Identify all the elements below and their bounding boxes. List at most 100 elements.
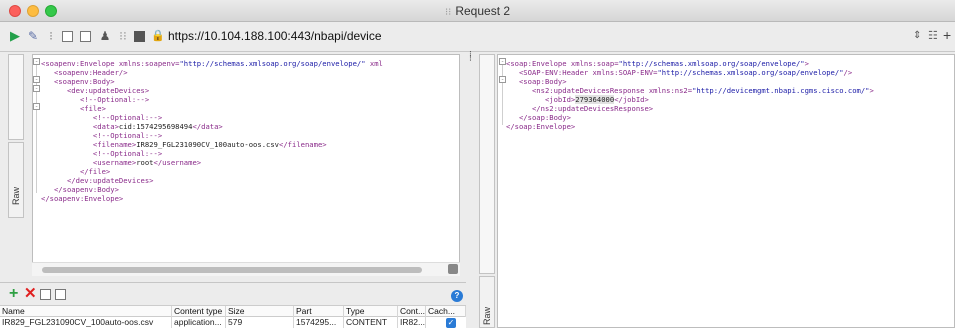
fold-toggle-icon[interactable]: - (33, 76, 40, 83)
frame-icon[interactable] (80, 31, 91, 42)
code-line: <soapenv:Header/> (41, 68, 383, 77)
horizontal-scrollbar[interactable] (32, 262, 460, 276)
code-line: <SOAP-ENV:Header xmlns:SOAP-ENV="http://… (506, 68, 874, 77)
endpoint-url[interactable]: https://10.104.188.100:443/nbapi/device (168, 29, 382, 43)
code-line: </soapenv:Envelope> (41, 194, 383, 203)
export-icon[interactable] (55, 289, 66, 300)
code-token: <!--Optional:--> (41, 149, 163, 158)
code-token: <soapenv:Envelope (41, 59, 119, 68)
response-xml[interactable]: <soap:Envelope xmlns:soap="http://schema… (506, 59, 874, 131)
user-icon[interactable]: ♟ (98, 29, 112, 43)
fold-toggle-icon[interactable]: - (499, 58, 506, 65)
code-token: <file> (41, 104, 106, 113)
code-token: <soapenv:Header/> (41, 68, 128, 77)
tab-left-xml[interactable] (8, 54, 24, 140)
code-token: cid:1574295698494 (118, 122, 193, 131)
cell-cont: IR82... (400, 317, 426, 328)
tree-icon[interactable]: ⁝ (44, 29, 58, 43)
table-row[interactable]: IR829_FGL231090CV_100auto-oos.csv applic… (0, 317, 466, 328)
stop-icon[interactable] (134, 31, 145, 42)
grid-icon[interactable]: ⁝⁝ (116, 29, 130, 43)
code-token: xml (365, 59, 383, 68)
document-icon: ⁝⁝ (444, 7, 452, 18)
fold-toggle-icon[interactable]: - (33, 85, 40, 92)
fold-toggle-icon[interactable]: - (499, 76, 506, 83)
code-token: "http://schemas.xmlsoap.org/soap/envelop… (179, 59, 366, 68)
code-token: <!--Optional:--> (41, 131, 163, 140)
code-token: </data> (192, 122, 223, 131)
splitter-handle-icon[interactable]: ⁝ ⁝ (469, 50, 472, 63)
attachments-panel: + ✕ ? Name Content type Size Part Type C… (0, 282, 466, 328)
request-toolbar: ▶ ✎ ⁝ ♟ ⁝⁝ 🔒 https://10.104.188.100:443/… (0, 22, 955, 52)
code-line: <jobId>279364000</jobId> (506, 95, 874, 104)
layout-icon[interactable]: ☷ (928, 29, 938, 42)
code-token: "http://schemas.xmlsoap.org/soap/envelop… (657, 68, 844, 77)
tab-left-raw[interactable]: Raw (8, 142, 24, 218)
response-viewer[interactable]: - - <soap:Envelope xmlns:soap="http://sc… (497, 54, 955, 328)
corner-resize-icon[interactable] (448, 264, 458, 274)
request-editor[interactable]: - - - - <soapenv:Envelope xmlns:soapenv=… (32, 54, 460, 276)
code-token: <!--Optional:--> (41, 113, 163, 122)
code-token: <soap:Body> (506, 77, 567, 86)
box-icon[interactable] (62, 31, 73, 42)
cell-size: 579 (226, 317, 294, 328)
play-icon[interactable]: ▶ (8, 29, 22, 43)
code-token: <!--Optional:--> (41, 95, 150, 104)
code-line: <!--Optional:--> (41, 131, 383, 140)
code-token: </dev:updateDevices> (41, 176, 154, 185)
code-line: <filename>IR829_FGL231090CV_100auto-oos.… (41, 140, 383, 149)
remove-attachment-icon[interactable]: ✕ (24, 286, 37, 301)
help-icon[interactable]: ? (451, 290, 463, 302)
code-token: xmlns:ns2= (648, 86, 693, 95)
code-token: 279364000 (575, 95, 615, 104)
title-bar: ⁝⁝ Request 2 (0, 0, 955, 22)
fold-toggle-icon[interactable]: - (33, 58, 40, 65)
code-line: <!--Optional:--> (41, 113, 383, 122)
code-line: <data>cid:1574295698494</data> (41, 122, 383, 131)
stepper-icon[interactable]: ⇕ (913, 30, 921, 41)
image-icon[interactable] (40, 289, 51, 300)
window-title: ⁝⁝ Request 2 (0, 4, 955, 18)
cell-part: 1574295... (294, 317, 344, 328)
code-token: </ns2:updateDevicesResponse> (506, 104, 654, 113)
cached-checkbox[interactable]: ✓ (446, 318, 456, 328)
code-line: </ns2:updateDevicesResponse> (506, 104, 874, 113)
fold-toggle-icon[interactable]: - (33, 103, 40, 110)
code-line: </soap:Body> (506, 113, 874, 122)
cell-name: IR829_FGL231090CV_100auto-oos.csv (0, 317, 172, 328)
request-xml[interactable]: <soapenv:Envelope xmlns:soapenv="http://… (41, 59, 383, 203)
code-line: <dev:updateDevices> (41, 86, 383, 95)
code-token: IR829_FGL231090CV_100auto-oos.csv (136, 140, 280, 149)
code-token: <filename> (41, 140, 137, 149)
add-icon[interactable]: + (943, 27, 951, 43)
cell-content-type: application... (172, 317, 226, 328)
code-token: <soapenv:Body> (41, 77, 115, 86)
code-token: xmlns:soap= (570, 59, 619, 68)
code-token: </soap:Envelope> (506, 122, 576, 131)
add-attachment-icon[interactable]: + (9, 286, 18, 302)
code-token: <data> (41, 122, 119, 131)
code-token: </soapenv:Envelope> (41, 194, 124, 203)
tab-right-xml[interactable] (479, 54, 495, 274)
code-token: </file> (41, 167, 111, 176)
code-line: <!--Optional:--> (41, 149, 383, 158)
tab-right-raw-label: Raw (482, 306, 492, 325)
scrollbar-thumb[interactable] (42, 267, 422, 273)
code-token: <SOAP-ENV:Header (506, 68, 593, 77)
code-token: root (136, 158, 154, 167)
code-token: </soap:Body> (506, 113, 571, 122)
tab-left-raw-label: Raw (11, 186, 21, 205)
code-line: </file> (41, 167, 383, 176)
window-title-text: Request 2 (455, 4, 511, 18)
code-line: </soapenv:Body> (41, 185, 383, 194)
code-token: </username> (153, 158, 202, 167)
code-line: <soap:Envelope xmlns:soap="http://schema… (506, 59, 874, 68)
code-line: <!--Optional:--> (41, 95, 383, 104)
cell-type: CONTENT (344, 317, 398, 328)
code-token: <jobId> (506, 95, 576, 104)
code-token: "http://schemas.xmlsoap.org/soap/envelop… (618, 59, 805, 68)
code-token: </jobId> (614, 95, 649, 104)
code-line: <file> (41, 104, 383, 113)
wand-icon[interactable]: ✎ (26, 29, 40, 43)
tab-right-raw[interactable]: Raw (479, 276, 495, 328)
